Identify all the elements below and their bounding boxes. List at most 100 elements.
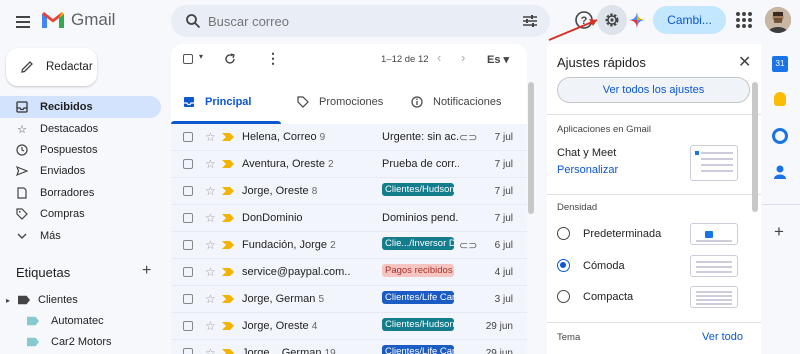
sidebar-item-purchases[interactable]: Compras <box>0 203 161 225</box>
email-checkbox[interactable] <box>183 348 193 354</box>
search-options-icon[interactable] <box>522 13 538 29</box>
email-row[interactable]: ☆ Fundación, Jorge 2 Clie.../Inversor Dep.… <box>171 232 527 259</box>
gemini-sparkle-icon[interactable] <box>628 11 646 29</box>
send-icon <box>16 165 28 177</box>
email-checkbox[interactable] <box>183 159 193 169</box>
star-icon[interactable]: ☆ <box>205 346 219 354</box>
email-row[interactable]: ☆ DonDominio Dominios pend... 7 jul <box>171 205 527 232</box>
add-addon-button[interactable]: + <box>774 222 784 242</box>
important-marker-icon[interactable] <box>222 214 234 222</box>
sidebar-item-label: Clientes <box>38 294 78 306</box>
important-marker-icon[interactable] <box>222 322 234 330</box>
important-marker-icon[interactable] <box>222 349 234 354</box>
email-label-tag[interactable]: Clie.../Inversor Dep... <box>382 237 454 250</box>
tab-principal[interactable]: Principal <box>183 80 283 124</box>
more-options-icon[interactable]: ⋮ <box>266 50 280 67</box>
email-checkbox[interactable] <box>183 240 193 250</box>
important-marker-icon[interactable] <box>222 160 234 168</box>
email-label-tag[interactable]: Pagos recibidos <box>382 264 454 277</box>
label-item-clientes[interactable]: ▸ Clientes <box>0 289 161 311</box>
density-radio-compact[interactable] <box>557 290 570 303</box>
add-label-button[interactable]: + <box>142 262 151 280</box>
email-sender: Jorge .. German <box>242 347 322 354</box>
email-label-tag[interactable]: Clientes/Life Cargo... <box>382 291 454 304</box>
input-language-selector[interactable]: Es ▾ <box>487 53 509 66</box>
density-preview-default <box>690 223 738 245</box>
gmail-m-icon <box>42 12 64 28</box>
sidebar-item-sent[interactable]: Enviados <box>0 160 161 182</box>
search-bar[interactable] <box>171 5 550 37</box>
tab-notificaciones[interactable]: Notificaciones <box>411 80 527 124</box>
email-row[interactable]: ☆ service@paypal.com.. Pagos recibidos 4 j… <box>171 259 527 286</box>
email-row[interactable]: ☆ Jorge, Oreste 4 Clientes/Hudson C... 29 j… <box>171 313 527 340</box>
label-item-car2-motors[interactable]: Car2 Motors <box>0 331 161 353</box>
email-sender: Jorge, Oreste <box>242 185 309 197</box>
email-checkbox[interactable] <box>183 213 193 223</box>
keep-icon[interactable] <box>774 92 786 106</box>
important-marker-icon[interactable] <box>222 241 234 249</box>
important-marker-icon[interactable] <box>222 187 234 195</box>
divider <box>547 194 761 195</box>
tab-promociones[interactable]: Promociones <box>297 80 407 124</box>
sidebar-item-more[interactable]: Más <box>0 225 161 247</box>
star-icon[interactable]: ☆ <box>205 319 219 333</box>
compose-button[interactable]: Redactar <box>6 48 97 86</box>
email-label-tag[interactable]: Clientes/Hudson C... <box>382 183 454 196</box>
tasks-icon[interactable] <box>772 128 788 144</box>
email-checkbox[interactable] <box>183 267 193 277</box>
sidebar-item-drafts[interactable]: Borradores <box>0 182 161 204</box>
avatar[interactable] <box>765 7 791 33</box>
tab-label: Notificaciones <box>433 96 502 108</box>
email-row[interactable]: ☆ Aventura, Oreste 2 Prueba de corr... 7 ju… <box>171 151 527 178</box>
email-subject: Dominios pend... <box>382 212 459 224</box>
sidebar-item-starred[interactable]: ☆ Destacados <box>0 118 161 140</box>
email-label-tag[interactable]: Clientes/Life Cargo... <box>382 345 454 354</box>
mail-list-scrollbar[interactable] <box>528 82 534 214</box>
density-radio-comfortable[interactable] <box>557 259 570 272</box>
select-dropdown-icon[interactable]: ▾ <box>199 52 203 61</box>
search-input[interactable] <box>208 5 508 37</box>
search-icon[interactable] <box>185 13 201 29</box>
main-menu-button[interactable] <box>12 11 34 33</box>
star-icon[interactable]: ☆ <box>205 238 219 252</box>
email-checkbox[interactable] <box>183 294 193 304</box>
star-icon[interactable]: ☆ <box>205 265 219 279</box>
select-all-checkbox[interactable] <box>183 54 193 64</box>
see-all-settings-button[interactable]: Ver todos los ajustes <box>557 77 750 103</box>
prev-page-icon[interactable]: ‹ <box>437 50 441 65</box>
refresh-icon[interactable] <box>224 53 236 65</box>
star-icon[interactable]: ☆ <box>205 130 219 144</box>
sidebar-item-inbox[interactable]: Recibidos <box>0 96 161 118</box>
theme-see-all-link[interactable]: Ver todo <box>702 331 743 343</box>
email-label-tag[interactable]: Clientes/Hudson C... <box>382 318 454 331</box>
theme-heading: Tema <box>557 332 581 343</box>
label-item-automatec[interactable]: Automatec <box>0 310 161 332</box>
email-checkbox[interactable] <box>183 321 193 331</box>
star-icon[interactable]: ☆ <box>205 292 219 306</box>
change-button[interactable]: Cambi... <box>653 6 726 34</box>
important-marker-icon[interactable] <box>222 133 234 141</box>
density-radio-default[interactable] <box>557 227 570 240</box>
important-marker-icon[interactable] <box>222 295 234 303</box>
star-icon[interactable]: ☆ <box>205 157 219 171</box>
close-icon[interactable]: ✕ <box>738 52 751 72</box>
email-checkbox[interactable] <box>183 186 193 196</box>
important-marker-icon[interactable] <box>222 268 234 276</box>
quick-settings-scrollbar[interactable] <box>752 82 758 212</box>
sidebar-item-label: Destacados <box>40 123 99 135</box>
gmail-logo[interactable]: Gmail <box>41 10 115 30</box>
calendar-icon[interactable]: 31 <box>772 56 788 72</box>
email-row[interactable]: ☆ Jorge, Oreste 8 Clientes/Hudson C... 7 ju… <box>171 178 527 205</box>
star-icon[interactable]: ☆ <box>205 184 219 198</box>
next-page-icon[interactable]: › <box>461 50 465 65</box>
apps-grid-icon[interactable] <box>736 12 752 28</box>
email-row[interactable]: ☆ Helena, Correo 9 Urgente: sin ac... ⊂⊃ 7 j… <box>171 124 527 151</box>
star-icon[interactable]: ☆ <box>205 211 219 225</box>
email-date: 7 jul <box>494 185 513 197</box>
email-row[interactable]: ☆ Jorge .. German 19 Clientes/Life Cargo..… <box>171 340 527 354</box>
email-checkbox[interactable] <box>183 132 193 142</box>
contacts-icon[interactable] <box>773 164 787 180</box>
customize-link[interactable]: Personalizar <box>557 164 618 176</box>
email-row[interactable]: ☆ Jorge, German 5 Clientes/Life Cargo... 3 … <box>171 286 527 313</box>
sidebar-item-snoozed[interactable]: Pospuestos <box>0 139 161 161</box>
